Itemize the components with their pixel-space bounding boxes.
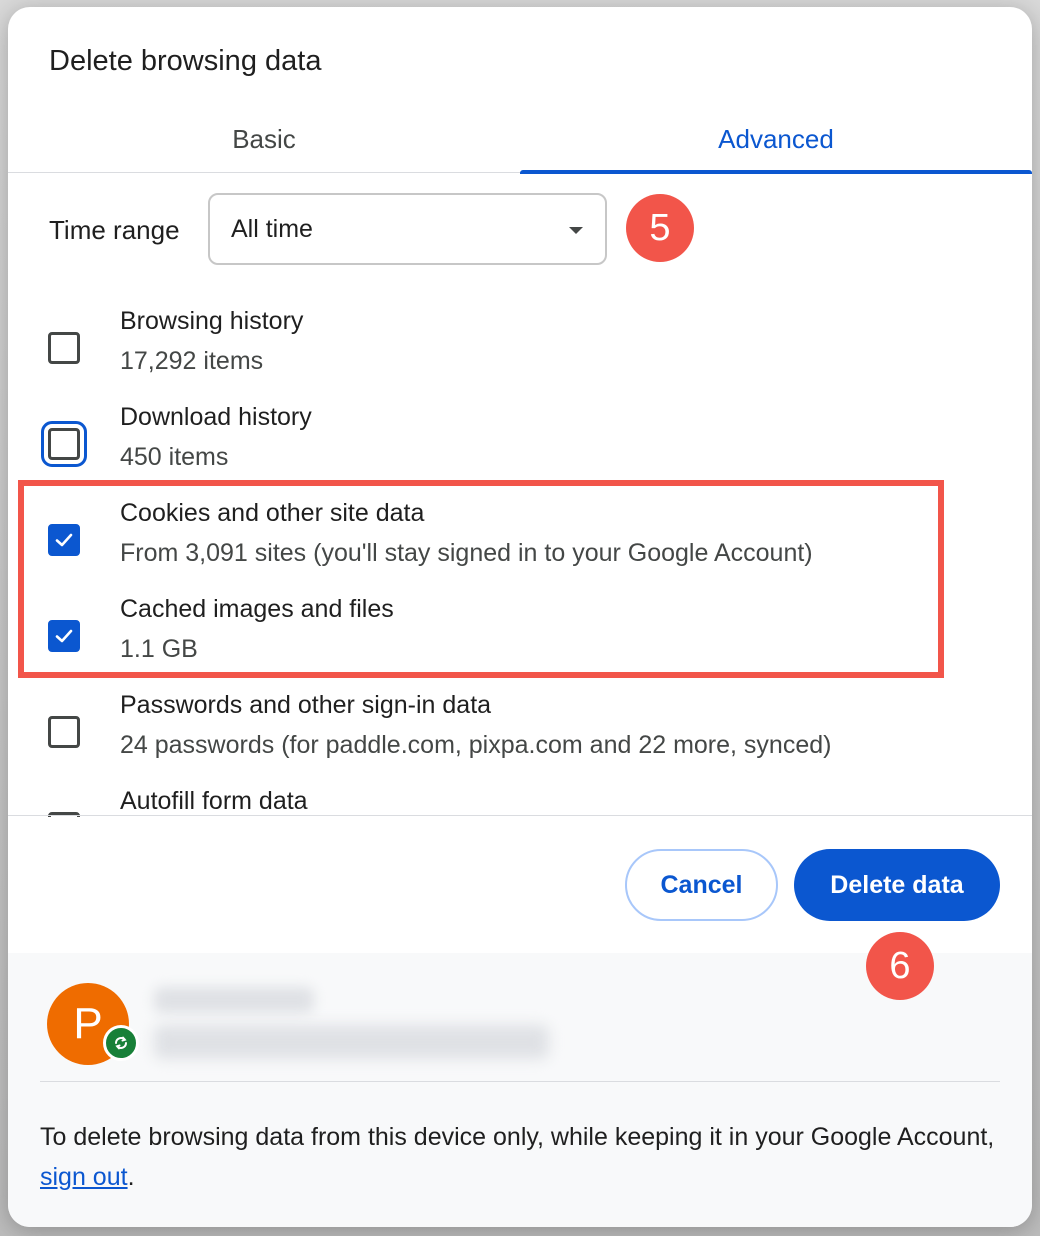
browsing-history-checkbox[interactable] <box>48 332 80 364</box>
item-title: Download history <box>120 403 312 431</box>
tab-bar: Basic Advanced <box>8 107 1032 174</box>
delete-browsing-data-dialog: Delete browsing data Basic Advanced Time… <box>8 7 1032 1227</box>
checkmark-icon <box>55 533 73 547</box>
item-title: Browsing history <box>120 307 304 335</box>
cookies-checkbox[interactable] <box>48 524 80 556</box>
item-title: Passwords and other sign-in data <box>120 691 492 719</box>
notice-text: To delete browsing data from this device… <box>40 1123 995 1151</box>
item-subtitle: 17,292 items <box>120 347 264 375</box>
list-item-download-history: Download history 450 items <box>8 373 1032 471</box>
list-item-browsing-history: Browsing history 17,292 items <box>8 277 1032 375</box>
tab-advanced[interactable]: Advanced <box>520 107 1032 174</box>
item-title: Cookies and other site data <box>120 499 425 527</box>
sync-arrows-icon <box>115 1036 127 1050</box>
sign-out-notice: To delete browsing data from this device… <box>40 1117 1000 1197</box>
footer-divider <box>40 1081 1000 1082</box>
step-6-badge: 6 <box>866 932 934 1000</box>
item-subtitle: 450 items <box>120 443 229 471</box>
dropdown-caret-icon <box>569 227 583 234</box>
cancel-button[interactable]: Cancel <box>625 849 778 921</box>
item-title: Autofill form data <box>120 787 308 815</box>
divider <box>8 815 1032 816</box>
item-subtitle: 24 passwords (for paddle.com, pixpa.com … <box>120 731 832 759</box>
sign-out-link[interactable]: sign out <box>40 1163 128 1191</box>
item-title: Cached images and files <box>120 595 394 623</box>
cached-images-checkbox[interactable] <box>48 620 80 652</box>
checkmark-icon <box>55 629 73 643</box>
dialog-title: Delete browsing data <box>49 45 322 77</box>
time-range-select[interactable]: All time <box>208 193 607 265</box>
step-5-badge: 5 <box>626 194 694 262</box>
download-history-checkbox[interactable] <box>41 421 87 467</box>
time-range-value: All time <box>231 214 313 243</box>
account-name-redacted <box>154 987 314 1013</box>
item-subtitle: 1.1 GB <box>120 635 198 663</box>
list-item-cached-images: Cached images and files 1.1 GB <box>8 565 1032 663</box>
tab-basic[interactable]: Basic <box>8 107 520 172</box>
sync-icon <box>103 1025 139 1061</box>
account-email-redacted <box>154 1025 549 1059</box>
list-item-autofill: Autofill form data <box>8 757 1032 817</box>
delete-data-button[interactable]: Delete data <box>794 849 1000 921</box>
list-item-cookies: Cookies and other site data From 3,091 s… <box>8 469 1032 567</box>
data-type-list: Browsing history 17,292 items Download h… <box>8 277 1032 817</box>
list-item-passwords: Passwords and other sign-in data 24 pass… <box>8 661 1032 759</box>
item-subtitle: From 3,091 sites (you'll stay signed in … <box>120 539 813 567</box>
notice-period: . <box>127 1163 135 1191</box>
passwords-checkbox[interactable] <box>48 716 80 748</box>
account-footer: P To delete browsing data from this devi… <box>8 953 1032 1227</box>
time-range-label: Time range <box>49 215 180 245</box>
